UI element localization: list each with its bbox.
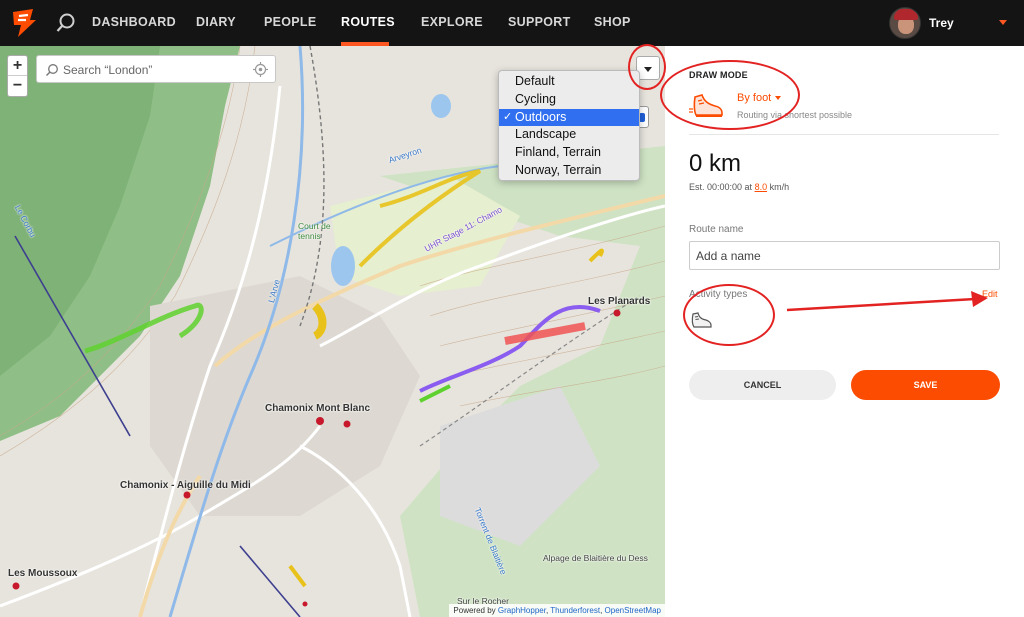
draw-mode-select[interactable]: By foot [737, 92, 782, 104]
place-label: Alpage de Blaitière du Dess [543, 553, 648, 563]
map-search-input[interactable] [63, 61, 243, 79]
route-name-input[interactable] [689, 241, 1000, 270]
save-button[interactable]: SAVE [851, 370, 1000, 400]
nav-dashboard[interactable]: DASHBOARD [92, 15, 176, 29]
attribution-link[interactable]: OpenStreetMap [605, 606, 661, 615]
strava-logo-icon[interactable] [8, 6, 40, 40]
attribution-link[interactable]: GraphHopper [498, 606, 546, 615]
place-label: Chamonix Mont Blanc [265, 403, 371, 414]
layer-option-outdoors[interactable]: ✓ Outdoors [499, 108, 639, 127]
chevron-down-icon [644, 67, 652, 72]
route-map[interactable]: + − Default Cycling ✓Outdoors Landscape … [0, 46, 665, 617]
activity-types-label: Activity types [689, 289, 748, 300]
route-builder-panel: DRAW MODE By foot Routing via shortest p… [665, 46, 1024, 617]
map-attribution: Powered by GraphHopper, Thunderforest, O… [449, 604, 665, 617]
crosshair-icon[interactable] [253, 62, 268, 77]
route-distance: 0 km [689, 150, 742, 177]
attribution-link[interactable]: Thunderforest [550, 606, 600, 615]
top-nav: DASHBOARD DIARY PEOPLE ROUTES EXPLORE SU… [0, 0, 1024, 46]
nav-people[interactable]: PEOPLE [264, 15, 317, 29]
map-search [36, 55, 276, 83]
speed-link[interactable]: 8.0 [755, 182, 768, 192]
layer-dropdown: Default Cycling ✓ Outdoors Landscape Finl… [498, 70, 640, 181]
place-label: Les Moussoux [8, 568, 78, 579]
draw-mode-hint: Routing via shortest possible [737, 110, 853, 120]
layer-option-default[interactable]: Default [499, 73, 639, 91]
search-icon[interactable] [55, 12, 77, 34]
edit-activity-types-link[interactable]: Edit [982, 289, 998, 299]
zoom-out-button[interactable]: − [8, 76, 27, 96]
user-menu-caret-icon[interactable] [999, 20, 1007, 25]
nav-diary[interactable]: DIARY [196, 15, 236, 29]
layer-option-norway-terrain[interactable]: Norway, Terrain [499, 162, 639, 180]
nav-routes[interactable]: ROUTES [341, 15, 395, 29]
nav-explore[interactable]: EXPLORE [421, 15, 483, 29]
avatar[interactable] [889, 7, 921, 39]
running-shoe-icon [691, 312, 712, 328]
place-label: Chamonix - Aiguille du Midi [120, 480, 251, 491]
layer-option-cycling[interactable]: Cycling [499, 91, 639, 109]
divider [689, 134, 999, 135]
running-shoe-icon[interactable] [689, 91, 725, 121]
search-icon [46, 64, 58, 76]
caret-down-icon [775, 96, 782, 101]
zoom-control: + − [7, 55, 28, 97]
route-name-label: Route name [689, 224, 744, 235]
estimated-time: Est. 00:00:00 at 8.0 km/h [689, 182, 790, 192]
draw-mode-label: DRAW MODE [689, 70, 748, 80]
layer-option-landscape[interactable]: Landscape [499, 126, 639, 144]
nav-shop[interactable]: SHOP [594, 15, 631, 29]
cancel-button[interactable]: CANCEL [689, 370, 836, 400]
checkmark-icon: ✓ [503, 110, 513, 123]
place-label: Court de tennis [298, 221, 331, 241]
layer-option-finland-terrain[interactable]: Finland, Terrain [499, 144, 639, 162]
place-label: Les Planards [588, 296, 651, 307]
user-name[interactable]: Trey [929, 16, 954, 30]
zoom-in-button[interactable]: + [8, 56, 27, 76]
nav-support[interactable]: SUPPORT [508, 15, 571, 29]
